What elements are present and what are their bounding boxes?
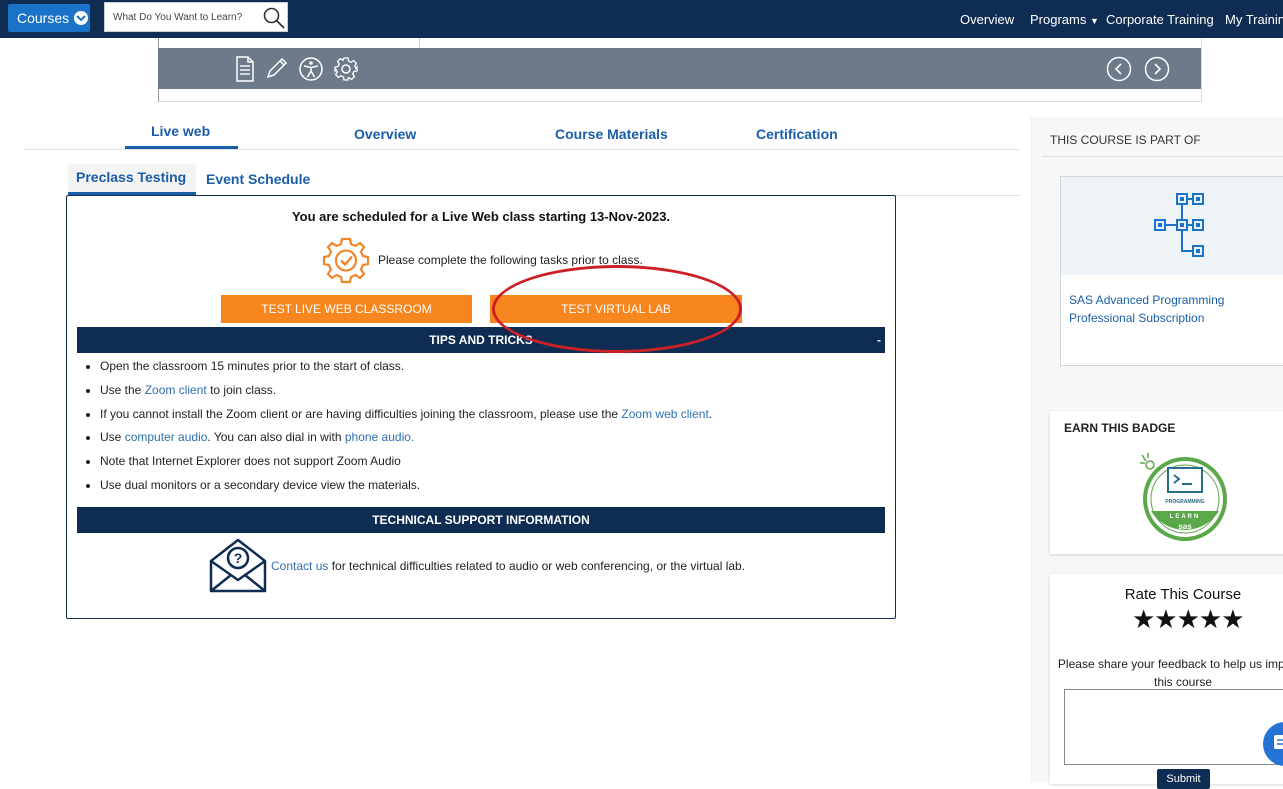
divider (1042, 156, 1283, 157)
tips-header[interactable]: TIPS AND TRICKS - (77, 327, 885, 353)
tab-event-schedule[interactable]: Event Schedule (198, 164, 318, 195)
nav-corporate-training[interactable]: Corporate Training (1106, 12, 1214, 27)
accessibility-icon[interactable] (298, 56, 324, 87)
top-navbar: Courses Overview Programs ▼ Corporate Tr… (0, 0, 1283, 38)
feedback-textarea[interactable] (1064, 689, 1283, 765)
orange-gear-check-icon (322, 236, 370, 289)
zoom-client-link[interactable]: Zoom client (145, 383, 207, 397)
pencil-icon[interactable] (265, 56, 289, 85)
tips-list: Open the classroom 15 minutes prior to t… (100, 358, 712, 501)
subscription-card[interactable]: SAS Advanced Programming Professional Su… (1060, 176, 1283, 366)
preclass-panel: You are scheduled for a Live Web class s… (66, 195, 896, 619)
feedback-prompt: Please share your feedback to help us im… (1057, 657, 1283, 689)
nav-programs-label: Programs (1030, 11, 1087, 27)
list-item: Use dual monitors or a secondary device … (100, 477, 712, 501)
top-nav-links: Overview Programs ▼ Corporate Training M… (0, 0, 1283, 38)
tip-text: to join class. (206, 382, 277, 397)
nav-overview[interactable]: Overview (960, 12, 1014, 27)
subscription-title[interactable]: SAS Advanced Programming Professional Su… (1069, 291, 1283, 327)
contact-us-link[interactable]: Contact us (271, 559, 328, 573)
settings-gear-icon[interactable] (333, 56, 359, 87)
tip-text: . You can also dial in with (207, 430, 345, 445)
tip-text: If you cannot install the Zoom client or… (100, 406, 622, 421)
badge-card: EARN THIS BADGE PROGRAMMING LEARN sas (1050, 411, 1283, 554)
tab-certification[interactable]: Certification (756, 117, 838, 149)
list-item: If you cannot install the Zoom client or… (100, 406, 712, 430)
support-text: Contact us for technical difficulties re… (271, 559, 745, 573)
phone-audio-link[interactable]: phone audio. (345, 430, 414, 444)
support-header: TECHNICAL SUPPORT INFORMATION (77, 507, 885, 533)
part-of-title: THIS COURSE IS PART OF (1050, 133, 1201, 147)
badge-text-learn: LEARN (1170, 514, 1201, 520)
list-item: Note that Internet Explorer does not sup… (100, 453, 712, 477)
zoom-web-client-link[interactable]: Zoom web client (621, 407, 708, 421)
main-tabs: Live web Overview Course Materials Certi… (24, 117, 1020, 150)
collapse-toggle[interactable]: - (877, 327, 881, 353)
badge-title: EARN THIS BADGE (1064, 421, 1176, 435)
document-icon[interactable] (234, 56, 256, 87)
svg-text:?: ? (234, 550, 243, 566)
nav-programs[interactable]: Programs ▼ (1030, 12, 1099, 27)
star-rating[interactable]: ★★★★★ (1132, 604, 1245, 635)
card-banner (1061, 177, 1283, 275)
nav-my-training[interactable]: My Training (1225, 12, 1283, 27)
tab-overview[interactable]: Overview (354, 117, 416, 149)
rate-course-card: Rate This Course ★★★★★ Please share your… (1050, 574, 1283, 789)
tab-live-web[interactable]: Live web (125, 117, 238, 149)
tab-preclass-testing[interactable]: Preclass Testing (68, 164, 196, 195)
previous-arrow-icon[interactable] (1106, 56, 1132, 87)
list-item: Use the Zoom client to join class. (100, 382, 712, 406)
tip-text: Use (100, 430, 125, 445)
tip-text: . (708, 406, 713, 421)
tab-course-materials[interactable]: Course Materials (555, 117, 668, 149)
test-live-web-classroom-button[interactable]: TEST LIVE WEB CLASSROOM (221, 295, 472, 323)
tip-text: Use the (100, 382, 145, 397)
mail-question-icon: ? (209, 536, 267, 599)
caret-down-icon: ▼ (1089, 15, 1099, 26)
support-description: for technical difficulties related to au… (328, 559, 746, 573)
tasks-text: Please complete the following tasks prio… (378, 253, 643, 267)
tips-header-label: TIPS AND TRICKS (429, 333, 533, 347)
programming-badge-icon[interactable]: PROGRAMMING LEARN sas (1138, 451, 1230, 548)
list-item: Use computer audio. You can also dial in… (100, 429, 712, 453)
scheduled-heading: You are scheduled for a Live Web class s… (291, 209, 671, 224)
chat-icon (1274, 735, 1283, 758)
learning-path-icon (1153, 191, 1215, 268)
next-arrow-icon[interactable] (1144, 56, 1170, 87)
rate-title: Rate This Course (1124, 586, 1242, 603)
submit-button[interactable]: Submit (1157, 769, 1210, 789)
badge-text-programming: PROGRAMMING (1165, 499, 1204, 505)
list-item: Open the classroom 15 minutes prior to t… (100, 358, 712, 382)
test-virtual-lab-button[interactable]: TEST VIRTUAL LAB (490, 295, 742, 323)
badge-text-sas: sas (1178, 522, 1192, 531)
divider (419, 38, 420, 48)
computer-audio-link[interactable]: computer audio (125, 430, 208, 444)
sub-tabs: Preclass Testing Event Schedule (68, 164, 1020, 196)
